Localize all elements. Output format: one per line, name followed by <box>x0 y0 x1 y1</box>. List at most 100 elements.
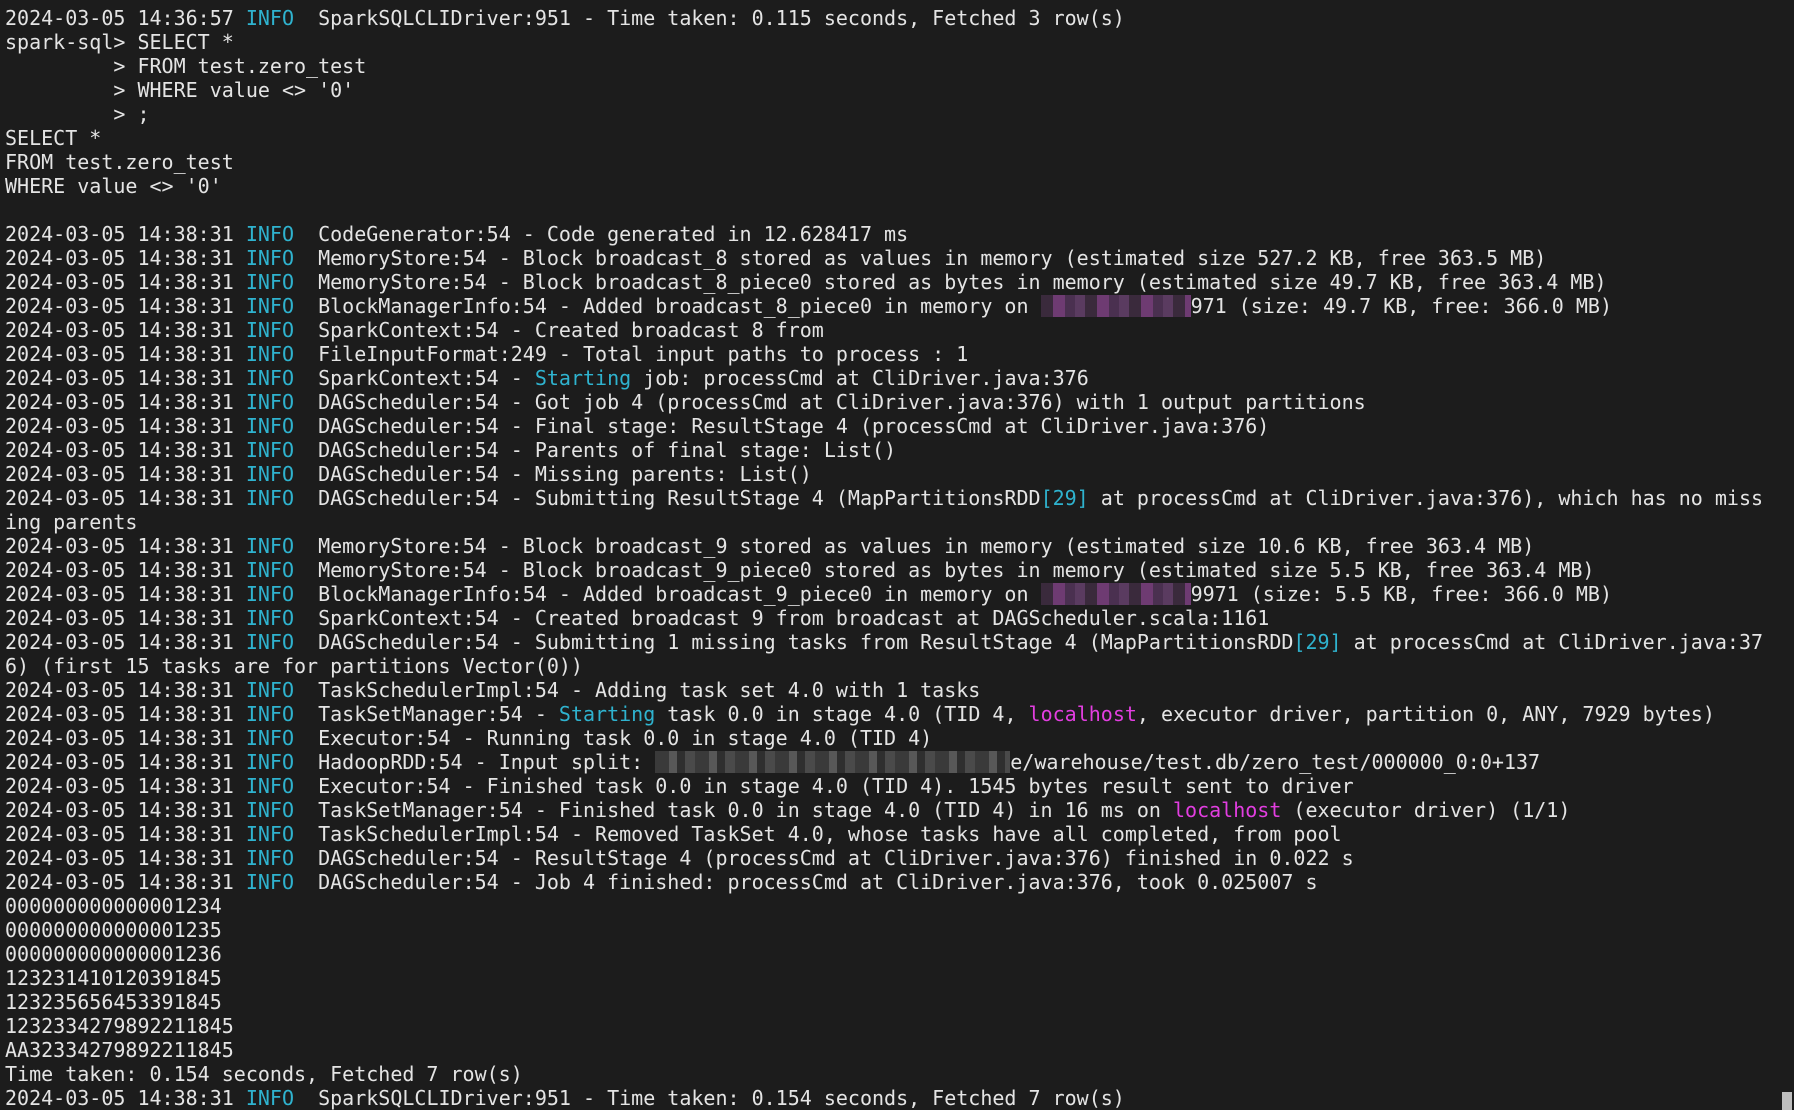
terminal-line: 2024-03-05 14:38:31 INFO MemoryStore:54 … <box>5 246 1778 270</box>
log-level: INFO <box>245 6 294 30</box>
log-timestamp: 2024-03-05 14:38:31 <box>5 414 234 438</box>
terminal-line: 123231410120391845 <box>5 966 1778 990</box>
log-level: INFO <box>245 222 294 246</box>
terminal-line: > FROM test.zero_test <box>5 54 1778 78</box>
terminal-line: 2024-03-05 14:38:31 INFO SparkContext:54… <box>5 318 1778 342</box>
scroll-thumb[interactable] <box>1782 1092 1792 1110</box>
log-message: MemoryStore:54 - Block broadcast_9_piece… <box>318 558 1595 582</box>
terminal-output[interactable]: 2024-03-05 14:36:57 INFO SparkSQLCLIDriv… <box>5 6 1778 1110</box>
terminal-line: 2024-03-05 14:38:31 INFO MemoryStore:54 … <box>5 270 1778 294</box>
log-message: SparkSQLCLIDriver:951 - Time taken: 0.11… <box>318 6 1125 30</box>
terminal-line: 2024-03-05 14:38:31 INFO BlockManagerInf… <box>5 582 1778 606</box>
log-timestamp: 2024-03-05 14:38:31 <box>5 870 234 894</box>
log-timestamp: 2024-03-05 14:38:31 <box>5 534 234 558</box>
log-message: CodeGenerator:54 - Code generated in 12.… <box>318 222 909 246</box>
log-message-part: TaskSetManager:54 - Finished task 0.0 in… <box>318 798 1174 822</box>
log-message: SparkContext:54 - Created broadcast 9 fr… <box>318 606 1270 630</box>
log-timestamp: 2024-03-05 14:38:31 <box>5 246 234 270</box>
log-message-part: DAGScheduler:54 - Submitting 1 missing t… <box>318 630 1294 654</box>
output-text: 6) (first 15 tasks are for partitions Ve… <box>5 654 583 678</box>
log-timestamp: 2024-03-05 14:38:31 <box>5 726 234 750</box>
log-message: DAGScheduler:54 - Missing parents: List(… <box>318 462 812 486</box>
terminal-line: 2024-03-05 14:38:31 INFO DAGScheduler:54… <box>5 462 1778 486</box>
output-text: > WHERE value <> '0' <box>5 78 355 102</box>
log-message: Executor:54 - Running task 0.0 in stage … <box>318 726 933 750</box>
log-level: INFO <box>245 486 294 510</box>
log-timestamp: 2024-03-05 14:38:31 <box>5 702 234 726</box>
log-level: INFO <box>245 582 294 606</box>
log-level: INFO <box>245 318 294 342</box>
log-message-part: e/warehouse/test.db/zero_test/000000_0:0… <box>1010 750 1541 774</box>
log-level: INFO <box>245 366 294 390</box>
log-timestamp: 2024-03-05 14:38:31 <box>5 222 234 246</box>
log-message-part: BlockManagerInfo:54 - Added broadcast_8_… <box>318 294 1041 318</box>
log-message: FileInputFormat:249 - Total input paths … <box>318 342 969 366</box>
log-message: MemoryStore:54 - Block broadcast_9 store… <box>318 534 1535 558</box>
log-timestamp: 2024-03-05 14:38:31 <box>5 846 234 870</box>
log-message-part: (executor driver) (1/1) <box>1281 798 1571 822</box>
log-timestamp: 2024-03-05 14:38:31 <box>5 750 234 774</box>
highlighted-token: localhost <box>1028 702 1137 726</box>
log-level: INFO <box>245 774 294 798</box>
terminal-line: 2024-03-05 14:38:31 INFO Executor:54 - F… <box>5 774 1778 798</box>
log-level: INFO <box>245 1086 294 1110</box>
log-message: DAGScheduler:54 - Got job 4 (processCmd … <box>318 390 1366 414</box>
log-timestamp: 2024-03-05 14:38:31 <box>5 294 234 318</box>
log-level: INFO <box>245 558 294 582</box>
log-timestamp: 2024-03-05 14:38:31 <box>5 270 234 294</box>
terminal-line: 2024-03-05 14:38:31 INFO MemoryStore:54 … <box>5 534 1778 558</box>
log-timestamp: 2024-03-05 14:38:31 <box>5 582 234 606</box>
terminal-line: 000000000000001234 <box>5 894 1778 918</box>
log-message: MemoryStore:54 - Block broadcast_8_piece… <box>318 270 1607 294</box>
terminal-line: 2024-03-05 14:38:31 INFO HadoopRDD:54 - … <box>5 750 1778 774</box>
terminal-line: 2024-03-05 14:38:31 INFO DAGScheduler:54… <box>5 870 1778 894</box>
terminal-line: 2024-03-05 14:38:31 INFO SparkSQLCLIDriv… <box>5 1086 1778 1110</box>
highlighted-token: Starting <box>558 702 656 726</box>
terminal-line: > WHERE value <> '0' <box>5 78 1778 102</box>
output-text: > ; <box>5 102 150 126</box>
terminal-line: 2024-03-05 14:38:31 INFO TaskSchedulerIm… <box>5 678 1778 702</box>
log-message: TaskSchedulerImpl:54 - Adding task set 4… <box>318 678 981 702</box>
output-text: Time taken: 0.154 seconds, Fetched 7 row… <box>5 1062 523 1086</box>
terminal-line: 2024-03-05 14:38:31 INFO DAGScheduler:54… <box>5 414 1778 438</box>
log-message: TaskSchedulerImpl:54 - Removed TaskSet 4… <box>318 822 1342 846</box>
log-message: DAGScheduler:54 - Final stage: ResultSta… <box>318 414 1270 438</box>
terminal-line: spark-sql> SELECT * <box>5 30 1778 54</box>
terminal-scrollbar[interactable] <box>1780 0 1792 1110</box>
log-timestamp: 2024-03-05 14:36:57 <box>5 6 234 30</box>
output-text: spark-sql> SELECT * <box>5 30 234 54</box>
terminal-line: 2024-03-05 14:38:31 INFO DAGScheduler:54… <box>5 846 1778 870</box>
log-message-part: 971 (size: 49.7 KB, free: 366.0 MB) <box>1190 294 1612 318</box>
terminal-line: 2024-03-05 14:38:31 INFO DAGScheduler:54… <box>5 390 1778 414</box>
log-message-part: HadoopRDD:54 - Input split: <box>318 750 656 774</box>
terminal-line: SELECT * <box>5 126 1778 150</box>
log-timestamp: 2024-03-05 14:38:31 <box>5 822 234 846</box>
output-text: 123235656453391845 <box>5 990 222 1014</box>
output-text: 123231410120391845 <box>5 966 222 990</box>
log-level: INFO <box>245 390 294 414</box>
log-level: INFO <box>245 702 294 726</box>
terminal-line: 2024-03-05 14:38:31 INFO DAGScheduler:54… <box>5 438 1778 462</box>
log-timestamp: 2024-03-05 14:38:31 <box>5 558 234 582</box>
terminal-line: 2024-03-05 14:38:31 INFO FileInputFormat… <box>5 342 1778 366</box>
log-level: INFO <box>245 270 294 294</box>
output-text: WHERE value <> '0' <box>5 174 222 198</box>
log-level: INFO <box>245 726 294 750</box>
terminal-line: AA32334279892211845 <box>5 1038 1778 1062</box>
log-level: INFO <box>245 462 294 486</box>
output-text: > FROM test.zero_test <box>5 54 367 78</box>
highlighted-token: localhost <box>1173 798 1282 822</box>
log-timestamp: 2024-03-05 14:38:31 <box>5 1086 234 1110</box>
terminal-line: 000000000000001236 <box>5 942 1778 966</box>
terminal-line: 2024-03-05 14:36:57 INFO SparkSQLCLIDriv… <box>5 6 1778 30</box>
output-text: ing parents <box>5 510 138 534</box>
log-message-part: job: processCmd at CliDriver.java:376 <box>631 366 1089 390</box>
terminal-line: > ; <box>5 102 1778 126</box>
terminal-line: 1232334279892211845 <box>5 1014 1778 1038</box>
highlighted-token: Starting <box>534 366 632 390</box>
terminal-line: 2024-03-05 14:38:31 INFO DAGScheduler:54… <box>5 486 1778 510</box>
redacted-text <box>1040 295 1191 317</box>
terminal-line: FROM test.zero_test <box>5 150 1778 174</box>
log-message: DAGScheduler:54 - Parents of final stage… <box>318 438 897 462</box>
